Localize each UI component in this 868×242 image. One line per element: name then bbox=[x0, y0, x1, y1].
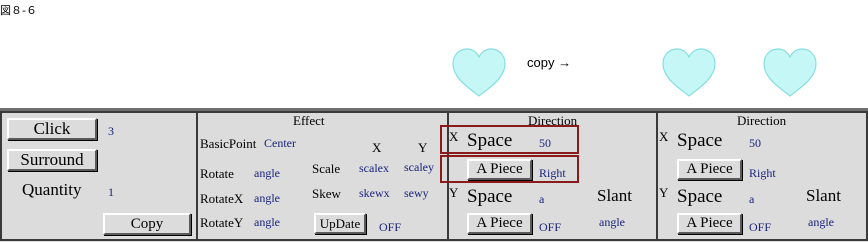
rotatex-label: RotateX bbox=[200, 191, 244, 206]
rotatey-label: RotateY bbox=[200, 215, 244, 230]
quantity-value[interactable]: 1 bbox=[108, 185, 114, 200]
update-button[interactable]: UpDate bbox=[314, 213, 366, 234]
scale-label: Scale bbox=[312, 161, 341, 176]
scaley-value[interactable]: scaley bbox=[404, 160, 434, 175]
space-y-value[interactable]: a bbox=[539, 192, 544, 207]
piece-x-button[interactable]: A Piece bbox=[677, 159, 742, 180]
space-x-value[interactable]: 50 bbox=[749, 136, 761, 151]
rotatex-value[interactable]: angle bbox=[254, 191, 280, 206]
slant-value[interactable]: angle bbox=[599, 215, 625, 230]
x-axis-label: X bbox=[659, 129, 669, 144]
figure-caption: 図８-６ bbox=[0, 4, 37, 17]
copy-arrow-label: copy → bbox=[527, 55, 572, 70]
scalex-value[interactable]: scalex bbox=[359, 161, 389, 176]
skewy-value[interactable]: sewy bbox=[404, 186, 429, 201]
space-y-label: Space bbox=[677, 186, 723, 207]
direction-title: Direction bbox=[737, 113, 787, 128]
piece-y-button[interactable]: A Piece bbox=[677, 213, 742, 234]
space-y-value[interactable]: a bbox=[749, 192, 754, 207]
slant-value[interactable]: angle bbox=[808, 215, 834, 230]
space-y-label: Space bbox=[467, 186, 513, 207]
space-x-label: Space bbox=[677, 130, 723, 151]
rotate-label: Rotate bbox=[200, 166, 234, 181]
piece-y-value: OFF bbox=[749, 220, 772, 234]
basicpoint-value[interactable]: Center bbox=[264, 136, 296, 151]
heart-icon bbox=[452, 48, 506, 97]
y-axis-label: Y bbox=[659, 185, 669, 200]
heart-copy-icon bbox=[662, 48, 716, 97]
y-column-header: Y bbox=[418, 140, 428, 155]
piece-y-value: OFF bbox=[539, 220, 562, 234]
effect-title: Effect bbox=[293, 113, 325, 128]
x-column-header: X bbox=[372, 140, 382, 155]
piece-y-button[interactable]: A Piece bbox=[467, 213, 532, 234]
update-value: OFF bbox=[379, 220, 402, 234]
quantity-label: Quantity bbox=[22, 180, 82, 199]
slant-label: Slant bbox=[806, 186, 841, 205]
basicpoint-label: BasicPoint bbox=[200, 136, 257, 151]
rotate-value[interactable]: angle bbox=[254, 166, 280, 181]
click-button[interactable]: Click bbox=[7, 118, 97, 140]
copy-button[interactable]: Copy bbox=[103, 213, 191, 235]
y-axis-label: Y bbox=[449, 185, 459, 200]
highlight-box bbox=[440, 125, 579, 154]
slant-label: Slant bbox=[597, 186, 632, 205]
piece-x-value: Right bbox=[749, 166, 776, 180]
highlight-box bbox=[440, 155, 579, 183]
heart-copy-icon bbox=[763, 48, 817, 97]
rotatey-value[interactable]: angle bbox=[254, 215, 280, 230]
click-value: 3 bbox=[108, 124, 114, 138]
surround-button[interactable]: Surround bbox=[7, 149, 97, 171]
skew-label: Skew bbox=[312, 186, 341, 201]
skewx-value[interactable]: skewx bbox=[359, 186, 390, 201]
